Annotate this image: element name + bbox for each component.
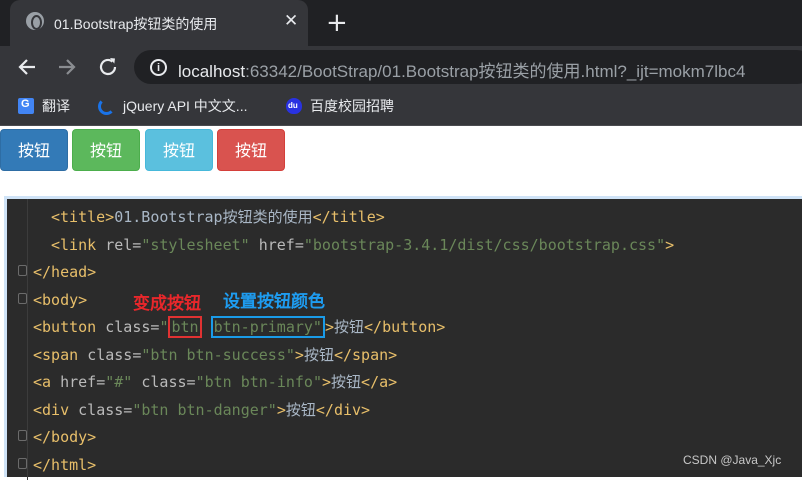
bookmark-jquery[interactable]: jQuery API 中文文... [98, 96, 247, 116]
tab-strip: 01.Bootstrap按钮类的使用 ✕ + [0, 0, 802, 46]
close-tab-icon[interactable]: ✕ [284, 11, 298, 31]
globe-icon [26, 12, 44, 30]
bookmark-baidu[interactable]: 百度校园招聘 [286, 96, 394, 116]
browser-toolbar: i localhost:63342/BootStrap/01.Bootstrap… [0, 46, 802, 88]
bookmark-label: 百度校园招聘 [310, 98, 394, 114]
url-text: localhost:63342/BootStrap/01.Bootstrap按钮… [178, 57, 745, 82]
baidu-icon [286, 98, 302, 114]
browser-tab[interactable]: 01.Bootstrap按钮类的使用 ✕ [10, 0, 308, 46]
back-icon[interactable] [16, 56, 38, 78]
success-button[interactable]: 按钮 [72, 129, 140, 171]
highlight-btn-box: btn [168, 316, 202, 338]
info-button[interactable]: 按钮 [145, 129, 213, 171]
primary-button[interactable]: 按钮 [0, 129, 68, 171]
code-line-head-close: </head> [33, 263, 97, 281]
fold-marker[interactable] [18, 265, 27, 276]
bookmark-translate[interactable]: 翻译 [18, 96, 70, 116]
bookmarks-bar: 翻译 jQuery API 中文文... 百度校园招聘 [0, 88, 802, 126]
code-line-html-close: </html> [33, 456, 97, 474]
fold-marker[interactable] [18, 458, 27, 469]
annotation-red: 变成按钮 [133, 294, 201, 314]
jquery-icon [98, 97, 115, 115]
code-line-link: <link rel="stylesheet" href="bootstrap-3… [51, 236, 675, 254]
code-line-div: <div class="btn btn-danger">按钮</div> [33, 401, 371, 419]
gutter-divider [27, 199, 28, 480]
reload-icon[interactable] [96, 55, 120, 79]
code-line-span: <span class="btn btn-success">按钮</span> [33, 346, 398, 364]
code-line-button: <button class=" btn btn-primary" >按钮</butt… [33, 316, 446, 338]
url-path: :63342/BootStrap/01.Bootstrap按钮类的使用.html… [245, 62, 746, 81]
address-bar[interactable]: i localhost:63342/BootStrap/01.Bootstrap… [134, 50, 802, 84]
new-tab-button[interactable]: + [326, 9, 348, 37]
code-line-body-open: <body> [33, 291, 88, 309]
highlight-primary-box: btn-primary" [210, 316, 325, 338]
tab-title: 01.Bootstrap按钮类的使用 [54, 16, 218, 32]
bookmark-label: jQuery API 中文文... [123, 98, 248, 114]
code-line-title: <title>01.Bootstrap按钮类的使用</title> [51, 208, 385, 226]
fold-marker[interactable] [18, 293, 27, 304]
code-screenshot: <title>01.Bootstrap按钮类的使用</title> <link … [4, 196, 802, 480]
forward-icon[interactable] [56, 56, 78, 78]
fold-marker[interactable] [18, 430, 27, 441]
watermark: CSDN @Java_Xjc [683, 453, 782, 467]
translate-icon [18, 98, 34, 114]
info-icon[interactable]: i [150, 59, 167, 76]
bookmark-label: 翻译 [42, 98, 70, 114]
code-line-anchor: <a href="#" class="btn btn-info">按钮</a> [33, 373, 398, 391]
annotation-blue: 设置按钮颜色 [223, 292, 325, 312]
url-host: localhost [178, 62, 246, 81]
danger-button[interactable]: 按钮 [217, 129, 285, 171]
code-line-body-close: </body> [33, 428, 97, 446]
